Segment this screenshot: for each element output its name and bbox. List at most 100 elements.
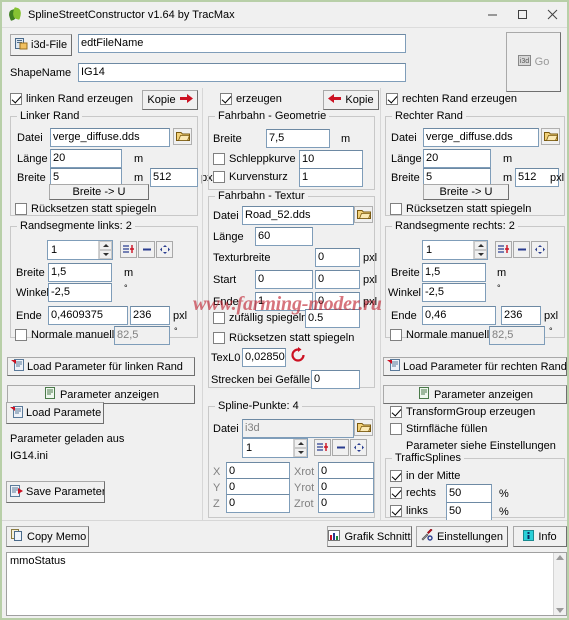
left-segment-move-icon[interactable] bbox=[156, 241, 173, 258]
left-datei-browse-icon[interactable] bbox=[173, 128, 192, 145]
trafficsplines-mitte-checkbox[interactable]: in der Mitte bbox=[390, 470, 460, 482]
stepper-down[interactable] bbox=[99, 250, 112, 259]
road-breite-input[interactable]: 7,5 bbox=[266, 129, 330, 148]
refresh-red-icon[interactable] bbox=[290, 347, 306, 363]
right-segment-winkel-input[interactable]: -2,5 bbox=[422, 283, 486, 302]
left-segment-ende-input[interactable]: 0,4609375 bbox=[48, 306, 128, 325]
copy-memo-button[interactable]: Copy Memo bbox=[6, 526, 89, 547]
right-load-parameter-button[interactable]: Load Parameter für rechten Rand bbox=[383, 357, 567, 376]
left-laenge-input[interactable]: 20 bbox=[50, 149, 122, 168]
zufaellig-spiegeln-checkbox[interactable]: zufällig spiegeln bbox=[213, 312, 307, 324]
left-segment-index-stepper[interactable]: 1 bbox=[47, 240, 113, 260]
save-parameter-button[interactable]: Save Parameter bbox=[6, 481, 105, 503]
left-datei-input[interactable]: verge_diffuse.dds bbox=[50, 128, 170, 147]
trafficsplines-links-checkbox[interactable]: links bbox=[390, 505, 428, 517]
spline-zrot-input[interactable]: 0 bbox=[318, 494, 374, 513]
right-segment-ende-px-input[interactable]: 236 bbox=[501, 306, 541, 325]
left-segment-ende-px-input[interactable]: 236 bbox=[130, 306, 170, 325]
right-segment-remove-icon[interactable] bbox=[513, 241, 530, 258]
info-icon bbox=[523, 529, 535, 544]
right-ruecksetzen-checkbox[interactable]: Rücksetzen statt spiegeln bbox=[390, 203, 531, 215]
right-datei-input[interactable]: verge_diffuse.dds bbox=[423, 128, 539, 147]
texl0-input[interactable]: 0,028501 bbox=[242, 348, 286, 367]
maximize-icon[interactable] bbox=[507, 2, 537, 28]
i3d-file-button[interactable]: i3d-File bbox=[10, 34, 72, 56]
stepper-up[interactable] bbox=[294, 439, 307, 448]
i3d-file-button-label: i3d-File bbox=[31, 39, 68, 51]
schleppkurve-input[interactable]: 10 bbox=[299, 150, 363, 169]
spline-datei-browse-icon[interactable] bbox=[354, 419, 373, 436]
spline-move-icon[interactable] bbox=[350, 439, 367, 456]
spline-datei-input[interactable]: i3d bbox=[242, 419, 354, 438]
create-right-verge-checkbox[interactable]: rechten Rand erzeugen bbox=[386, 93, 517, 105]
right-datei-browse-icon[interactable] bbox=[541, 128, 560, 145]
right-segment-add-icon[interactable] bbox=[495, 241, 512, 258]
texturbreite-input[interactable]: 0 bbox=[315, 248, 360, 267]
stepper-buttons[interactable] bbox=[473, 241, 487, 259]
left-segment-winkel-input[interactable]: -2,5 bbox=[48, 283, 112, 302]
road-ruecksetzen-checkbox[interactable]: Rücksetzen statt spiegeln bbox=[213, 332, 354, 344]
schleppkurve-checkbox[interactable]: Schleppkurve bbox=[213, 153, 296, 165]
copy-left-button[interactable]: Kopie bbox=[142, 90, 198, 110]
load-parameter-button[interactable]: Load Paramete bbox=[6, 402, 104, 424]
i3d-file-input[interactable]: edtFileName bbox=[78, 34, 406, 53]
stirnflaeche-checkbox[interactable]: Stirnfläche füllen bbox=[390, 423, 487, 435]
left-segment-breite-input[interactable]: 1,5 bbox=[48, 263, 112, 282]
scroll-up-icon[interactable] bbox=[556, 555, 564, 560]
stepper-buttons[interactable] bbox=[293, 439, 307, 457]
left-segment-add-icon[interactable] bbox=[120, 241, 137, 258]
trafficsplines-rechts-checkbox[interactable]: rechts bbox=[390, 487, 436, 499]
kurvensturz-input[interactable]: 1 bbox=[299, 168, 363, 187]
parameter-loaded-line2: IG14.ini bbox=[10, 450, 48, 462]
grafik-schnitt-button[interactable]: Grafik Schnitt bbox=[327, 526, 412, 547]
shapename-input[interactable]: IG14 bbox=[78, 63, 406, 82]
right-normale-checkbox[interactable]: Normale manuell bbox=[390, 329, 489, 341]
scroll-down-icon[interactable] bbox=[556, 608, 564, 613]
right-segment-index-stepper[interactable]: 1 bbox=[422, 240, 488, 260]
start-input[interactable]: 0 bbox=[255, 270, 313, 289]
spline-index-stepper[interactable]: 1 bbox=[242, 438, 308, 458]
road-laenge-input[interactable]: 60 bbox=[255, 227, 313, 246]
road-datei-browse-icon[interactable] bbox=[354, 206, 373, 223]
spline-add-icon[interactable] bbox=[314, 439, 331, 456]
right-breite-to-u-button[interactable]: Breite -> U bbox=[423, 184, 509, 200]
left-normale-checkbox[interactable]: Normale manuell bbox=[15, 329, 114, 341]
left-normale-input[interactable]: 82,5 bbox=[114, 326, 170, 345]
status-memo[interactable]: mmoStatus bbox=[6, 552, 567, 616]
transformgroup-checkbox[interactable]: TransformGroup erzeugen bbox=[390, 406, 535, 418]
info-button[interactable]: Info bbox=[513, 526, 567, 547]
einstellungen-button[interactable]: Einstellungen bbox=[416, 526, 508, 547]
strecken-input[interactable]: 0 bbox=[311, 370, 360, 389]
left-load-parameter-button[interactable]: Load Parameter für linken Rand bbox=[7, 357, 195, 376]
road-datei-input[interactable]: Road_52.dds bbox=[242, 206, 354, 225]
start-px-input[interactable]: 0 bbox=[315, 270, 360, 289]
stepper-down[interactable] bbox=[474, 250, 487, 259]
right-show-parameter-button[interactable]: Parameter anzeigen bbox=[383, 385, 567, 404]
spline-z-input[interactable]: 0 bbox=[226, 494, 290, 513]
stepper-up[interactable] bbox=[474, 241, 487, 250]
trafficsplines-links-input[interactable]: 50 bbox=[446, 502, 492, 521]
right-segment-breite-input[interactable]: 1,5 bbox=[422, 263, 486, 282]
right-normale-input[interactable]: 82,5 bbox=[489, 326, 545, 345]
left-breite-to-u-button[interactable]: Breite -> U bbox=[49, 184, 149, 200]
zufaellig-spiegeln-input[interactable]: 0.5 bbox=[305, 309, 360, 328]
status-memo-scrollbar[interactable] bbox=[553, 553, 566, 615]
trafficsplines-rechts-input[interactable]: 50 bbox=[446, 484, 492, 503]
left-breite-px-input[interactable]: 512 bbox=[150, 168, 198, 187]
minimize-icon[interactable] bbox=[477, 2, 507, 28]
close-icon[interactable] bbox=[537, 2, 567, 28]
right-laenge-input[interactable]: 20 bbox=[423, 149, 491, 168]
stepper-buttons[interactable] bbox=[98, 241, 112, 259]
go-button[interactable]: i3d Go bbox=[506, 32, 561, 92]
kurvensturz-checkbox[interactable]: Kurvensturz bbox=[213, 171, 288, 183]
spline-remove-icon[interactable] bbox=[332, 439, 349, 456]
stepper-down[interactable] bbox=[294, 448, 307, 457]
copy-right-button[interactable]: Kopie bbox=[323, 90, 379, 110]
stepper-up[interactable] bbox=[99, 241, 112, 250]
create-left-verge-checkbox[interactable]: linken Rand erzeugen bbox=[10, 93, 133, 105]
left-segment-remove-icon[interactable] bbox=[138, 241, 155, 258]
right-segment-ende-input[interactable]: 0,46 bbox=[422, 306, 496, 325]
right-segment-move-icon[interactable] bbox=[531, 241, 548, 258]
left-ruecksetzen-checkbox[interactable]: Rücksetzen statt spiegeln bbox=[15, 203, 156, 215]
create-road-checkbox[interactable]: erzeugen bbox=[220, 93, 282, 105]
